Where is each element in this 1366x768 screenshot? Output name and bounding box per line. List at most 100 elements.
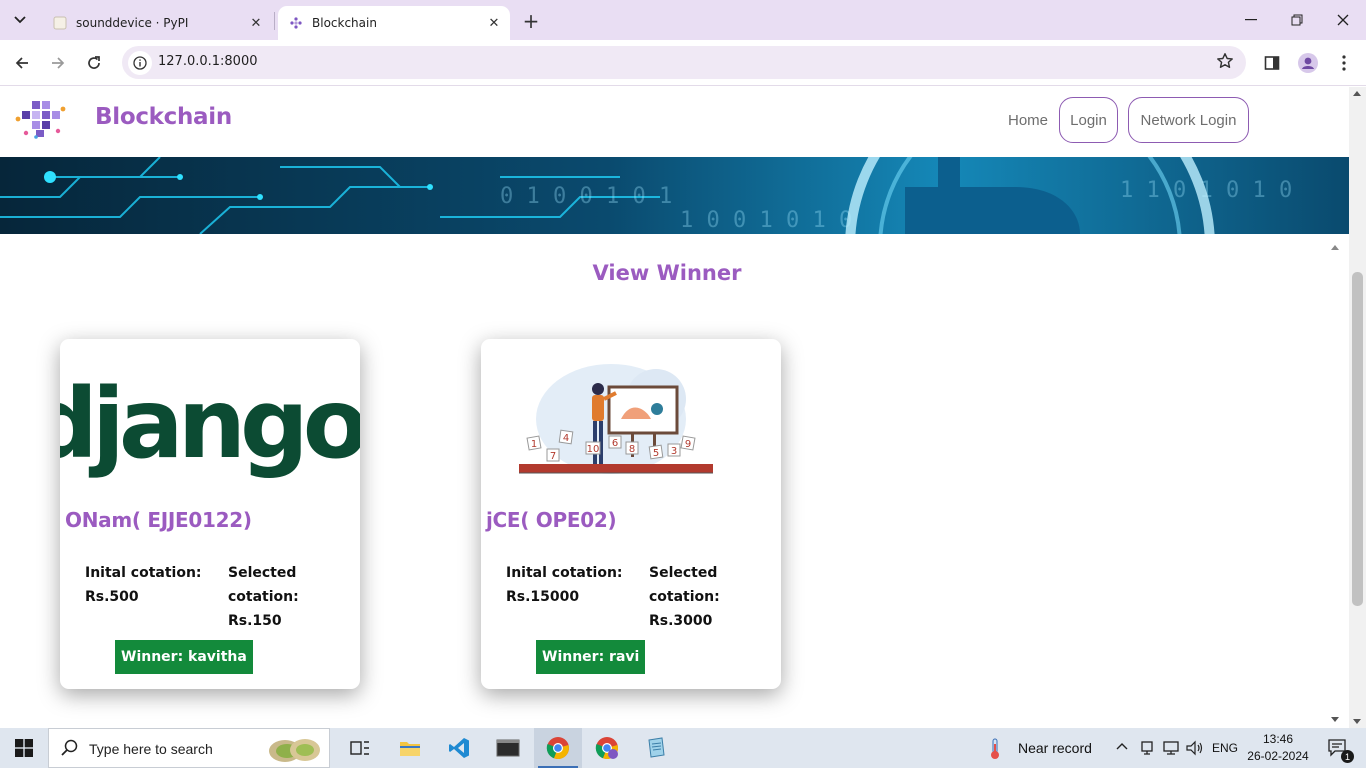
inner-scroll-up-icon[interactable] — [1331, 245, 1339, 250]
start-button[interactable] — [0, 728, 48, 768]
svg-text:7: 7 — [550, 451, 556, 462]
pypi-favicon-icon — [52, 15, 68, 31]
winner-badge: Winner: kavitha — [115, 640, 253, 674]
selected-cotation: Selected cotation: Rs.150 — [228, 561, 352, 633]
main-content: View Winner django ONam( EJJE0122) Inita… — [0, 234, 1349, 728]
chevron-up-icon[interactable] — [1116, 742, 1128, 750]
minimize-button[interactable] — [1228, 0, 1274, 40]
info-icon — [133, 56, 147, 70]
inner-scroll-down-icon[interactable] — [1331, 717, 1339, 722]
svg-text:9: 9 — [685, 439, 691, 450]
app-button[interactable] — [632, 728, 680, 768]
blockchain-logo-icon[interactable] — [14, 99, 66, 139]
arrow-right-icon — [52, 57, 65, 69]
avatar-icon — [1298, 53, 1318, 73]
svg-text:1: 1 — [531, 439, 537, 450]
tab-pypi[interactable]: sounddevice · PyPI ✕ — [46, 6, 272, 40]
item-name: jCE( OPE02) — [486, 508, 617, 532]
restore-icon — [1291, 14, 1303, 26]
browser-menu-button[interactable] — [1330, 49, 1358, 77]
reload-button[interactable] — [80, 49, 108, 77]
more-vertical-icon — [1342, 55, 1346, 71]
tab-title: Blockchain — [312, 16, 377, 30]
browser-toolbar: 127.0.0.1:8000 — [0, 40, 1366, 86]
notepad-app-icon — [648, 737, 665, 758]
profile-button[interactable] — [1294, 49, 1322, 77]
svg-text:0 1 0 0 1 0 1: 0 1 0 0 1 0 1 — [500, 184, 672, 209]
winner-card: 1 7 4 10 6 8 5 3 9 jCE( OPE02) Inital co… — [481, 339, 781, 689]
tab-separator — [274, 12, 275, 30]
tab-blockchain[interactable]: Blockchain ✕ — [278, 6, 510, 40]
forward-button[interactable] — [44, 49, 72, 77]
bookmark-star-button[interactable] — [1216, 52, 1234, 74]
circuit-bitcoin-banner-image: 0 1 0 0 1 0 1 1 0 0 1 0 1 0 1 1 0 1 0 1 … — [0, 157, 1349, 234]
terminal-icon — [496, 739, 520, 757]
tab-title: sounddevice · PyPI — [76, 16, 189, 30]
chrome-profile-button[interactable] — [583, 728, 631, 768]
selected-cotation-label: Selected cotation: — [228, 565, 299, 605]
scrollbar-thumb[interactable] — [1352, 272, 1363, 606]
pistachio-search-highlight-icon — [269, 739, 320, 762]
terminal-button[interactable] — [484, 728, 532, 768]
task-view-icon — [350, 741, 369, 755]
close-tab-icon[interactable]: ✕ — [246, 13, 266, 33]
svg-text:10: 10 — [587, 444, 600, 455]
restore-button[interactable] — [1274, 0, 1320, 40]
page-title: View Winner — [592, 261, 742, 285]
initial-cotation-value: Rs.500 — [85, 589, 139, 605]
site-info-button[interactable] — [128, 51, 152, 75]
taskbar-search-box[interactable]: Type here to search — [48, 728, 330, 768]
speaker-icon[interactable] — [1186, 740, 1204, 756]
windows-taskbar: Type here to search Near record ENG 13:4… — [0, 728, 1366, 768]
address-bar[interactable]: 127.0.0.1:8000 — [122, 46, 1246, 79]
file-explorer-button[interactable] — [386, 728, 434, 768]
winner-badge: Winner: ravi — [536, 640, 646, 674]
nav-login-button[interactable]: Login — [1059, 97, 1118, 143]
brand-title[interactable]: Blockchain — [95, 104, 232, 130]
weather-text[interactable]: Near record — [1018, 740, 1092, 756]
close-tab-icon[interactable]: ✕ — [484, 13, 504, 33]
svg-text:1 0 0 1 0 1 0: 1 0 0 1 0 1 0 — [680, 208, 852, 233]
scroll-down-icon[interactable] — [1353, 719, 1361, 724]
clock-time: 13:46 — [1262, 732, 1294, 746]
svg-text:5: 5 — [653, 448, 659, 459]
nav-home-link[interactable]: Home — [1000, 97, 1056, 143]
initial-cotation-label: Inital cotation: — [506, 565, 623, 581]
thermometer-icon[interactable] — [988, 738, 1002, 760]
folder-icon — [400, 742, 420, 756]
network-icon[interactable] — [1162, 740, 1180, 756]
page-scrollbar[interactable] — [1349, 87, 1366, 728]
language-indicator[interactable]: ENG — [1212, 741, 1238, 755]
close-window-button[interactable] — [1320, 0, 1366, 40]
tab-search-button[interactable] — [6, 7, 34, 33]
blockchain-favicon-icon — [288, 15, 304, 31]
url-text[interactable]: 127.0.0.1:8000 — [158, 54, 258, 69]
vscode-button[interactable] — [435, 728, 483, 768]
side-panel-button[interactable] — [1258, 49, 1286, 77]
selected-cotation: Selected cotation: Rs.3000 — [649, 561, 773, 633]
initial-cotation: Inital cotation: Rs.500 — [85, 561, 209, 609]
browser-tabstrip: sounddevice · PyPI ✕ Blockchain ✕ + — [0, 0, 1366, 40]
arrow-left-icon — [15, 57, 28, 69]
hero-banner: 0 1 0 0 1 0 1 1 0 0 1 0 1 0 1 1 0 1 0 1 … — [0, 157, 1349, 234]
meet-now-icon[interactable] — [1140, 740, 1154, 756]
scroll-up-icon[interactable] — [1353, 91, 1361, 96]
notifications-button[interactable]: 1 — [1318, 728, 1358, 768]
close-icon — [1337, 14, 1349, 26]
item-name: ONam( EJJE0122) — [65, 508, 252, 532]
notification-count-badge: 1 — [1341, 750, 1354, 763]
taskbar-clock[interactable]: 13:46 26-02-2024 — [1244, 731, 1312, 765]
chrome-button[interactable] — [534, 728, 582, 768]
back-button[interactable] — [8, 49, 36, 77]
vscode-icon — [449, 738, 469, 758]
search-icon — [61, 739, 78, 756]
nav-network-login-button[interactable]: Network Login — [1128, 97, 1249, 143]
initial-cotation: Inital cotation: Rs.15000 — [506, 561, 630, 609]
new-tab-button[interactable]: + — [518, 8, 544, 34]
chrome-profile-icon — [595, 737, 618, 760]
windows-logo-icon — [15, 739, 33, 757]
clock-date: 26-02-2024 — [1247, 749, 1309, 763]
django-logo-image: django — [60, 368, 360, 480]
svg-text:3: 3 — [671, 446, 677, 457]
task-view-button[interactable] — [336, 728, 384, 768]
